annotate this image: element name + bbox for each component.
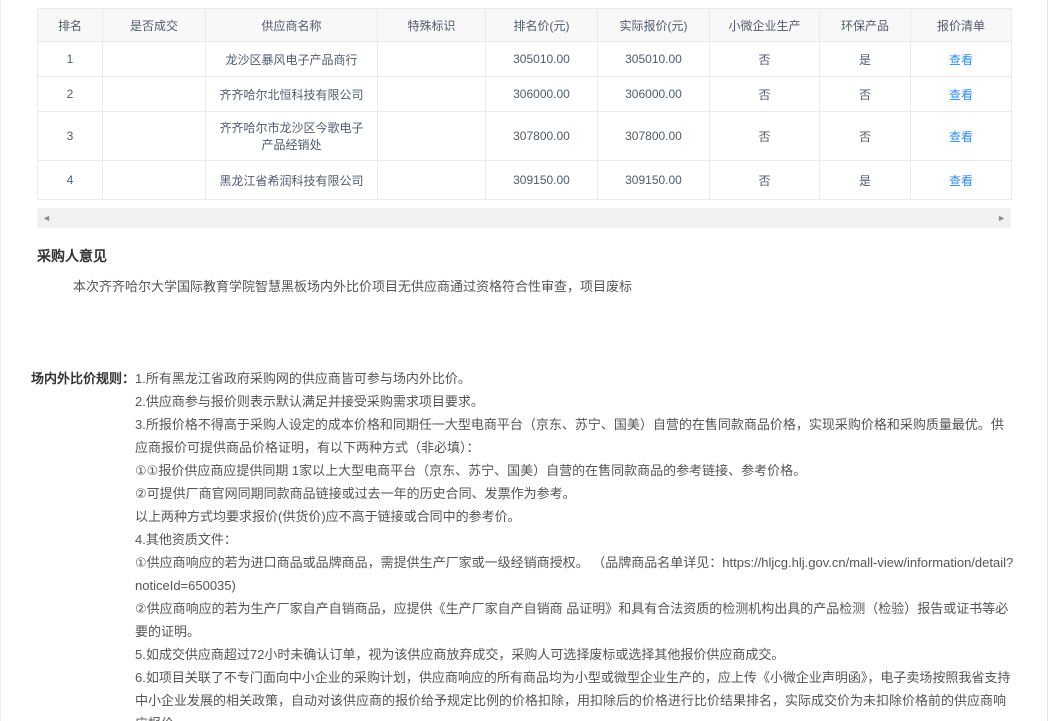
cell-small-micro: 否 (710, 77, 820, 112)
rule-item: 1.所有黑龙江省政府采购网的供应商皆可参与场内外比价。 (135, 367, 1016, 390)
cell-supplier-name: 龙沙区暴风电子产品商行 (206, 42, 378, 77)
cell-small-micro: 否 (710, 161, 820, 200)
header-eco-product: 环保产品 (820, 9, 911, 42)
table-row: 2 齐齐哈尔北恒科技有限公司 306000.00 306000.00 否 否 查… (38, 77, 1012, 112)
header-quote-list: 报价清单 (911, 9, 1012, 42)
view-quote-link[interactable]: 查看 (949, 88, 973, 102)
cell-special-mark (378, 42, 486, 77)
view-quote-link[interactable]: 查看 (949, 53, 973, 67)
purchaser-opinion-title: 采购人意见 (37, 246, 1047, 266)
cell-special-mark (378, 161, 486, 200)
header-actual-price: 实际报价(元) (598, 9, 710, 42)
header-small-micro: 小微企业生产 (710, 9, 820, 42)
cell-quote-list: 查看 (911, 112, 1012, 161)
cell-rank: 4 (38, 161, 103, 200)
cell-actual-price: 307800.00 (598, 112, 710, 161)
cell-small-micro: 否 (710, 112, 820, 161)
cell-deal-status (103, 77, 206, 112)
cell-quote-list: 查看 (911, 77, 1012, 112)
cell-special-mark (378, 112, 486, 161)
cell-quote-list: 查看 (911, 161, 1012, 200)
cell-rank-price: 305010.00 (486, 42, 598, 77)
cell-actual-price: 305010.00 (598, 42, 710, 77)
cell-eco-product: 否 (820, 112, 911, 161)
rules-label: 场内外比价规则： (31, 367, 135, 390)
rule-item: 5.如成交供应商超过72小时未确认订单，视为该供应商放弃成交，采购人可选择废标或… (135, 643, 1016, 666)
cell-supplier-name: 齐齐哈尔北恒科技有限公司 (206, 77, 378, 112)
scroll-left-icon[interactable]: ◄ (42, 214, 51, 223)
table-row: 1 龙沙区暴风电子产品商行 305010.00 305010.00 否 是 查看 (38, 42, 1012, 77)
cell-deal-status (103, 42, 206, 77)
rule-item: 3.所报价格不得高于采购人设定的成本价格和同期任一大型电商平台（京东、苏宁、国美… (135, 413, 1016, 459)
rule-item: ①①报价供应商应提供同期 1家以上大型电商平台（京东、苏宁、国美）自营的在售同款… (135, 459, 1016, 482)
rule-item: ②可提供厂商官网同期同款商品链接或过去一年的历史合同、发票作为参考。 (135, 482, 1016, 505)
cell-supplier-name: 齐齐哈尔市龙沙区今歌电子产品经销处 (206, 112, 378, 161)
cell-supplier-name: 黑龙江省希润科技有限公司 (206, 161, 378, 200)
header-rank: 排名 (38, 9, 103, 42)
cell-quote-list: 查看 (911, 42, 1012, 77)
cell-rank-price: 306000.00 (486, 77, 598, 112)
cell-eco-product: 否 (820, 77, 911, 112)
header-rank-price: 排名价(元) (486, 9, 598, 42)
rule-item: 6.如项目关联了不专门面向中小企业的采购计划，供应商响应的所有商品均为小型或微型… (135, 666, 1016, 721)
price-comparison-rules: 场内外比价规则： 1.所有黑龙江省政府采购网的供应商皆可参与场内外比价。 2.供… (31, 367, 1016, 721)
rule-item: 以上两种方式均要求报价(供货价)应不高于链接或合同中的参考价。 (135, 505, 1016, 528)
table-row: 4 黑龙江省希润科技有限公司 309150.00 309150.00 否 是 查… (38, 161, 1012, 200)
cell-special-mark (378, 77, 486, 112)
cell-rank-price: 309150.00 (486, 161, 598, 200)
cell-actual-price: 306000.00 (598, 77, 710, 112)
page-container: 排名 是否成交 供应商名称 特殊标识 排名价(元) 实际报价(元) 小微企业生产… (0, 0, 1048, 721)
header-deal-status: 是否成交 (103, 9, 206, 42)
rule-item: 2.供应商参与报价则表示默认满足并接受采购需求项目要求。 (135, 390, 1016, 413)
cell-rank-price: 307800.00 (486, 112, 598, 161)
table-row: 3 齐齐哈尔市龙沙区今歌电子产品经销处 307800.00 307800.00 … (38, 112, 1012, 161)
cell-eco-product: 是 (820, 161, 911, 200)
supplier-quote-table: 排名 是否成交 供应商名称 特殊标识 排名价(元) 实际报价(元) 小微企业生产… (37, 8, 1012, 200)
cell-small-micro: 否 (710, 42, 820, 77)
cell-deal-status (103, 112, 206, 161)
cell-rank: 1 (38, 42, 103, 77)
cell-rank: 3 (38, 112, 103, 161)
cell-deal-status (103, 161, 206, 200)
purchaser-opinion-content: 本次齐齐哈尔大学国际教育学院智慧黑板场内外比价项目无供应商通过资格符合性审查，项… (73, 276, 1047, 295)
rule-item: ②供应商响应的若为生产厂家自产自销商品，应提供《生产厂家自产自销商 品证明》和具… (135, 597, 1016, 643)
view-quote-link[interactable]: 查看 (949, 174, 973, 188)
cell-actual-price: 309150.00 (598, 161, 710, 200)
scroll-right-icon[interactable]: ► (997, 214, 1006, 223)
table-header: 排名 是否成交 供应商名称 特殊标识 排名价(元) 实际报价(元) 小微企业生产… (38, 9, 1012, 42)
rule-item: 4.其他资质文件： (135, 528, 1016, 551)
rule-item: ①供应商响应的若为进口商品或品牌商品，需提供生产厂家或一级经销商授权。 （品牌商… (135, 551, 1016, 597)
cell-eco-product: 是 (820, 42, 911, 77)
header-supplier-name: 供应商名称 (206, 9, 378, 42)
header-special-mark: 特殊标识 (378, 9, 486, 42)
view-quote-link[interactable]: 查看 (949, 130, 973, 144)
cell-rank: 2 (38, 77, 103, 112)
horizontal-scrollbar[interactable]: ◄ ► (37, 208, 1011, 228)
rules-content: 1.所有黑龙江省政府采购网的供应商皆可参与场内外比价。 2.供应商参与报价则表示… (135, 367, 1016, 721)
